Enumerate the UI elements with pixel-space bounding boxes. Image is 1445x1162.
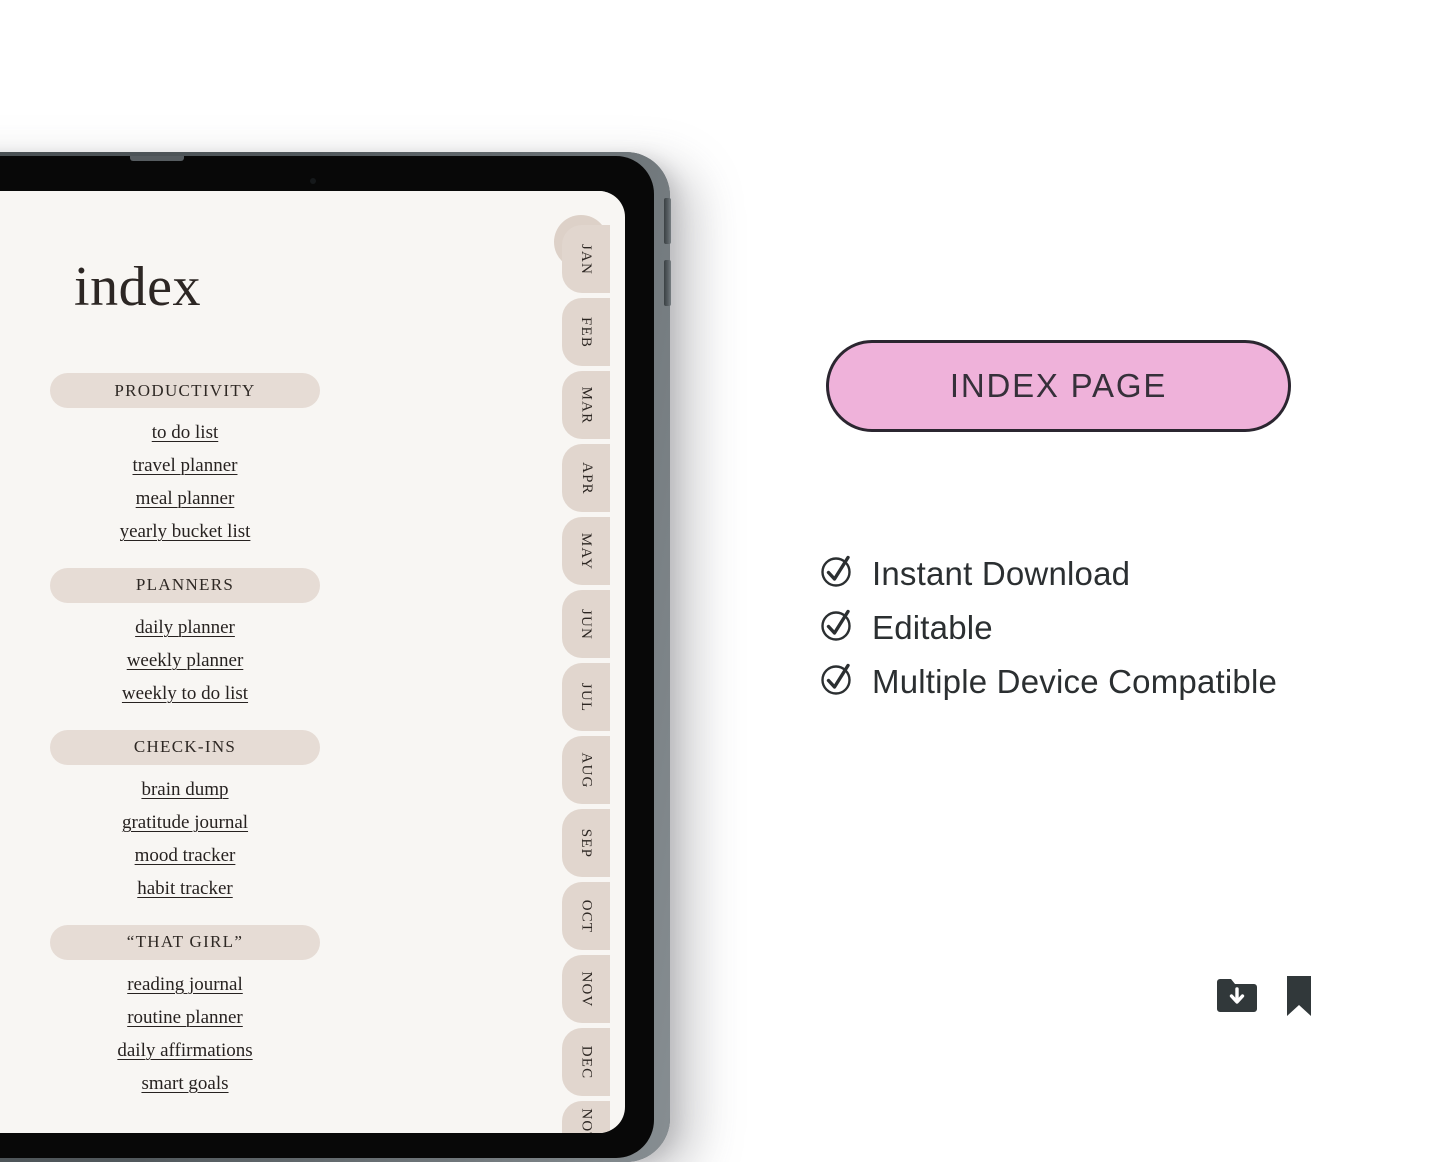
index-group-grid: YEARLY OVERVIEW calendar yearly goals da… (0, 373, 558, 1120)
index-link[interactable]: to do list (152, 420, 219, 447)
month-tab-sep[interactable]: SEP (562, 809, 610, 877)
index-link[interactable]: mood tracker (135, 843, 236, 870)
feature-item-multiple-device-compatible: Multiple Device Compatible (818, 660, 1277, 703)
check-circle-icon (818, 660, 856, 703)
feature-label: Instant Download (872, 554, 1131, 592)
group-links: daily planner weekly planner weekly to d… (50, 615, 320, 708)
month-tab-label: NOV (578, 970, 595, 1008)
index-link[interactable]: weekly to do list (122, 681, 248, 708)
month-tab-label: MAR (578, 386, 595, 424)
index-link[interactable]: smart goals (141, 1071, 228, 1098)
month-tab-strip: JAN FEB MAR APR MAY JUN JUL AUG SEP OCT … (562, 225, 610, 1133)
info-panel: INDEX PAGE Instant Download Editable Mul… (760, 0, 1445, 1084)
feature-item-instant-download: Instant Download (818, 552, 1277, 595)
index-link[interactable]: reading journal (127, 972, 243, 999)
month-tab-dec[interactable]: DEC (562, 1028, 610, 1096)
month-tab-feb[interactable]: FEB (562, 298, 610, 366)
month-tab-label: JAN (578, 243, 595, 275)
index-page-badge[interactable]: INDEX PAGE (826, 340, 1291, 432)
index-link[interactable]: gratitude journal (122, 810, 248, 837)
device-antenna-line (130, 156, 184, 161)
month-tab-may[interactable]: MAY (562, 517, 610, 585)
month-tab-label: AUG (578, 751, 595, 789)
volume-down-button[interactable] (664, 260, 671, 306)
index-link[interactable]: yearly bucket list (120, 519, 251, 546)
index-link[interactable]: travel planner (133, 453, 238, 480)
footer-icon-row (1213, 972, 1319, 1025)
index-link[interactable]: routine planner (127, 1005, 243, 1032)
month-tab-label: DEC (578, 1045, 595, 1079)
index-link[interactable]: daily planner (135, 615, 235, 642)
index-link[interactable]: brain dump (141, 777, 228, 804)
month-tab-jun[interactable]: JUN (562, 590, 610, 658)
month-tab-label: MAY (578, 532, 595, 570)
bookmark-icon[interactable] (1279, 972, 1319, 1025)
feature-label: Editable (872, 608, 993, 646)
check-circle-icon (818, 606, 856, 649)
group-header: PLANNERS (50, 567, 320, 603)
device-bezel: index YEARLY OVERVIEW calendar yearly go… (0, 156, 654, 1158)
month-tab-label: OCT (578, 899, 595, 933)
group-header: PRODUCTIVITY (50, 373, 320, 408)
index-group-planners: PLANNERS daily planner weekly planner we… (50, 567, 320, 708)
month-tab-jul[interactable]: JUL (562, 663, 610, 731)
tablet-screen: index YEARLY OVERVIEW calendar yearly go… (0, 191, 625, 1133)
month-tab-apr[interactable]: APR (562, 444, 610, 512)
volume-up-button[interactable] (664, 198, 671, 244)
index-link[interactable]: meal planner (136, 486, 235, 513)
feature-item-editable: Editable (818, 606, 1277, 649)
month-tab-label: FEB (578, 316, 595, 348)
check-circle-icon (818, 552, 856, 595)
group-header: “THAT GIRL” (50, 924, 320, 960)
feature-list: Instant Download Editable Multiple Devic… (818, 552, 1277, 703)
month-tab-notes[interactable]: NOTES (562, 1101, 610, 1133)
folder-download-icon[interactable] (1213, 972, 1261, 1025)
planner-index-page: index YEARLY OVERVIEW calendar yearly go… (0, 191, 610, 1133)
feature-label: Multiple Device Compatible (872, 662, 1278, 700)
month-tab-label: JUN (578, 608, 595, 640)
month-tab-label: SEP (578, 828, 595, 858)
group-links: brain dump gratitude journal mood tracke… (50, 777, 320, 903)
month-tab-oct[interactable]: OCT (562, 882, 610, 950)
month-tab-nov[interactable]: NOV (562, 955, 610, 1023)
index-link[interactable]: weekly planner (127, 648, 244, 675)
group-header: CHECK-INS (50, 729, 320, 765)
index-group-that-girl: “THAT GIRL” reading journal routine plan… (50, 924, 320, 1098)
index-group-check-ins: CHECK-INS brain dump gratitude journal m… (50, 729, 320, 903)
month-tab-label: APR (578, 461, 595, 495)
front-camera-icon (310, 178, 316, 184)
month-tab-label: JUL (578, 682, 595, 712)
group-links: reading journal routine planner daily af… (50, 972, 320, 1098)
page-title: index (74, 256, 201, 318)
month-tab-label: NOTES (578, 1108, 595, 1133)
index-link[interactable]: daily affirmations (117, 1038, 252, 1065)
group-links: to do list travel planner meal planner y… (50, 420, 320, 546)
month-tab-mar[interactable]: MAR (562, 371, 610, 439)
index-group-productivity: PRODUCTIVITY to do list travel planner m… (50, 373, 320, 546)
index-link[interactable]: habit tracker (137, 876, 232, 903)
month-tab-jan[interactable]: JAN (562, 225, 610, 293)
tablet-device: index YEARLY OVERVIEW calendar yearly go… (0, 152, 671, 1162)
month-tab-aug[interactable]: AUG (562, 736, 610, 804)
